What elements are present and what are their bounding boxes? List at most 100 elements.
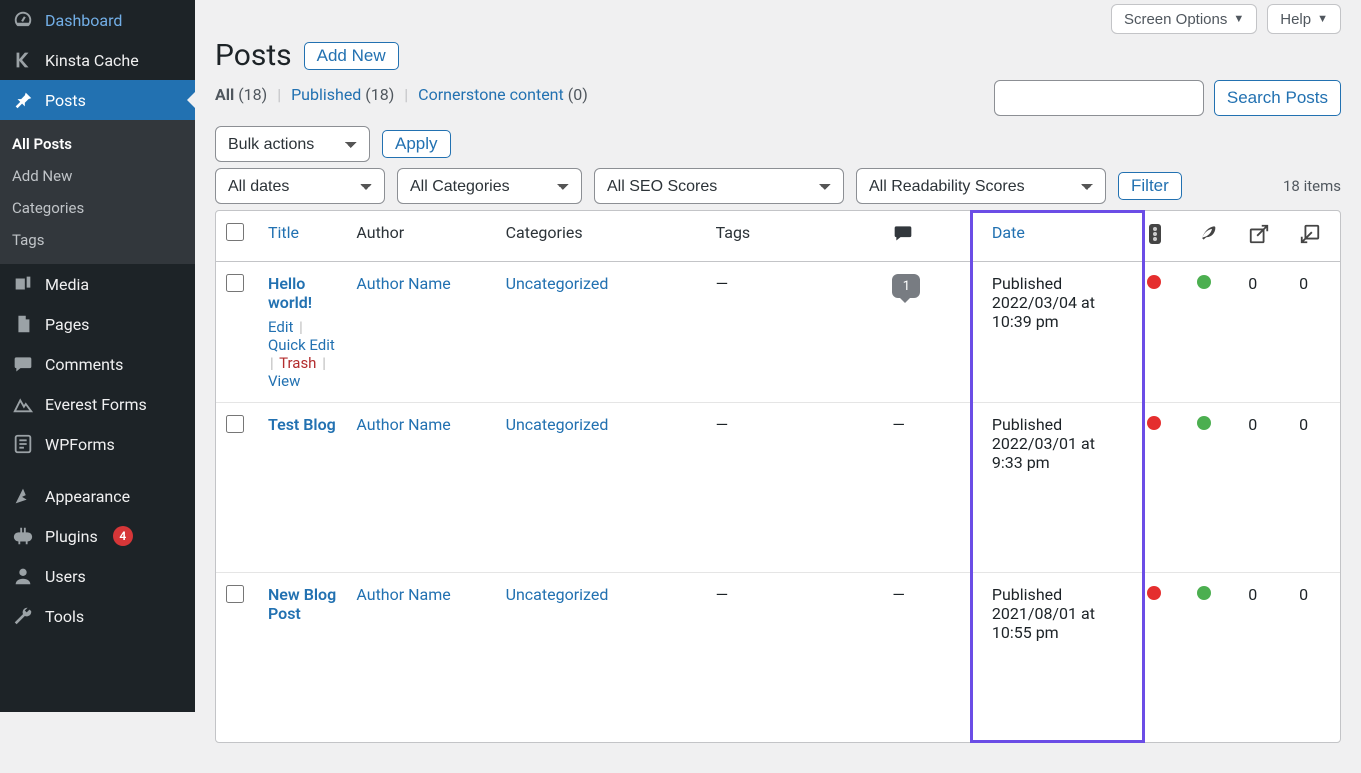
readability-cell [1187, 262, 1238, 402]
date-cell: Published2022/03/01 at 9:33 pm [982, 402, 1137, 572]
filter-cornerstone-count: (0) [568, 85, 588, 104]
posts-table: Title Author Categories Tags Date [215, 210, 1341, 743]
readability-dot-icon [1197, 275, 1211, 289]
filter-button[interactable]: Filter [1118, 172, 1182, 200]
date-cell: Published2021/08/01 at 10:55 pm [982, 572, 1137, 742]
admin-sidebar: DashboardKinsta Cache Posts All PostsAdd N… [0, 0, 195, 712]
bulk-action-row: Bulk actions Apply [215, 126, 1341, 162]
comments-cell: — [882, 402, 981, 572]
post-title-link[interactable]: Hello world! [268, 274, 312, 312]
readability-cell [1187, 572, 1238, 742]
seo-dot-icon [1147, 416, 1161, 430]
row-checkbox[interactable] [226, 585, 244, 603]
categories-filter[interactable]: All Categories [397, 168, 582, 204]
row-checkbox[interactable] [226, 274, 244, 292]
author-link[interactable]: Author Name [356, 585, 450, 604]
author-link[interactable]: Author Name [356, 415, 450, 434]
comment-icon [892, 223, 914, 243]
view-link[interactable]: View [268, 372, 300, 390]
table-row: Test BlogAuthor NameUncategorized——Publi… [216, 402, 1340, 572]
screen-options-button[interactable]: Screen Options ▼ [1111, 4, 1257, 34]
tags-cell: — [706, 262, 883, 402]
search-posts-button[interactable]: Search Posts [1214, 80, 1341, 116]
plugins-icon [12, 525, 34, 547]
dates-filter[interactable]: All dates [215, 168, 385, 204]
sidebar-item-label: Comments [45, 355, 123, 374]
pages-icon [12, 313, 34, 335]
row-actions: Edit | Quick Edit | Trash | View [268, 318, 336, 390]
sidebar-item-users[interactable]: Users [0, 556, 195, 596]
comment-count-bubble[interactable]: 1 [892, 274, 920, 298]
select-all-checkbox[interactable] [226, 223, 244, 241]
sidebar-item-dashboard[interactable]: Dashboard [0, 0, 195, 40]
readability-filter[interactable]: All Readability Scores [856, 168, 1106, 204]
readability-dot-icon [1197, 416, 1211, 430]
sidebar-item-posts[interactable]: Posts [0, 80, 195, 120]
search-input[interactable] [994, 80, 1204, 116]
help-label: Help [1280, 11, 1311, 28]
filter-cornerstone[interactable]: Cornerstone content [418, 85, 564, 104]
date-cell: Published2022/03/04 at 10:39 pm [982, 262, 1137, 402]
seo-dot-icon [1147, 586, 1161, 600]
sidebar-submenu: All PostsAdd NewCategoriesTags [0, 120, 195, 264]
sidebar-subitem[interactable]: All Posts [0, 128, 195, 160]
wpforms-icon [12, 433, 34, 455]
sidebar-item-appearance[interactable]: Appearance [0, 476, 195, 516]
help-button[interactable]: Help ▼ [1267, 4, 1341, 34]
category-link[interactable]: Uncategorized [506, 585, 609, 604]
comments-icon [12, 353, 34, 375]
incoming-link-icon [1299, 223, 1321, 245]
filter-published-count: (18) [365, 85, 394, 104]
sidebar-item-label: Users [45, 567, 86, 586]
sidebar-item-tools[interactable]: Tools [0, 596, 195, 636]
quick-edit-link[interactable]: Quick Edit [268, 336, 335, 354]
table-header-row: Title Author Categories Tags Date [216, 211, 1340, 262]
sidebar-item-label: Media [45, 275, 89, 294]
col-categories: Categories [496, 211, 706, 262]
sidebar-item-pages[interactable]: Pages [0, 304, 195, 344]
col-date[interactable]: Date [992, 223, 1025, 242]
links-in-cell: 0 [1289, 572, 1340, 742]
add-new-button[interactable]: Add New [304, 42, 399, 70]
post-title-link[interactable]: Test Blog [268, 415, 336, 434]
sidebar-item-label: Tools [45, 607, 84, 626]
col-seo [1137, 211, 1188, 262]
filter-published[interactable]: Published [291, 85, 361, 104]
sidebar-item-media[interactable]: Media [0, 264, 195, 304]
seo-dot-icon [1147, 275, 1161, 289]
update-badge: 4 [113, 526, 133, 546]
author-link[interactable]: Author Name [356, 274, 450, 293]
everest-icon [12, 393, 34, 415]
row-checkbox[interactable] [226, 415, 244, 433]
apply-button[interactable]: Apply [382, 130, 451, 158]
traffic-light-icon [1147, 223, 1163, 245]
sidebar-item-label: Plugins [45, 527, 98, 546]
filter-all-count: (18) [238, 85, 267, 104]
sidebar-subitem[interactable]: Tags [0, 224, 195, 256]
sidebar-item-label: Posts [45, 91, 86, 110]
table-row: New Blog PostAuthor NameUncategorized——P… [216, 572, 1340, 742]
filter-all-label[interactable]: All [215, 85, 234, 104]
sidebar-subitem[interactable]: Categories [0, 192, 195, 224]
kinsta-icon [12, 49, 34, 71]
col-title[interactable]: Title [268, 223, 299, 242]
category-link[interactable]: Uncategorized [506, 274, 609, 293]
col-outgoing-links [1238, 211, 1289, 262]
col-comments [882, 211, 981, 262]
post-title-link[interactable]: New Blog Post [268, 585, 336, 623]
sidebar-item-plugins[interactable]: Plugins 4 [0, 516, 195, 556]
outgoing-link-icon [1248, 223, 1270, 245]
trash-link[interactable]: Trash [279, 354, 316, 372]
sidebar-item-everest[interactable]: Everest Forms [0, 384, 195, 424]
screen-options-label: Screen Options [1124, 11, 1227, 28]
sidebar-subitem[interactable]: Add New [0, 160, 195, 192]
sidebar-item-wpforms[interactable]: WPForms [0, 424, 195, 464]
users-icon [12, 565, 34, 587]
content-area: Screen Options ▼ Help ▼ Posts Add New Al… [195, 0, 1361, 773]
edit-link[interactable]: Edit [268, 318, 293, 336]
seo-filter[interactable]: All SEO Scores [594, 168, 844, 204]
category-link[interactable]: Uncategorized [506, 415, 609, 434]
bulk-actions-select[interactable]: Bulk actions [215, 126, 370, 162]
sidebar-item-comments[interactable]: Comments [0, 344, 195, 384]
sidebar-item-kinsta[interactable]: Kinsta Cache [0, 40, 195, 80]
